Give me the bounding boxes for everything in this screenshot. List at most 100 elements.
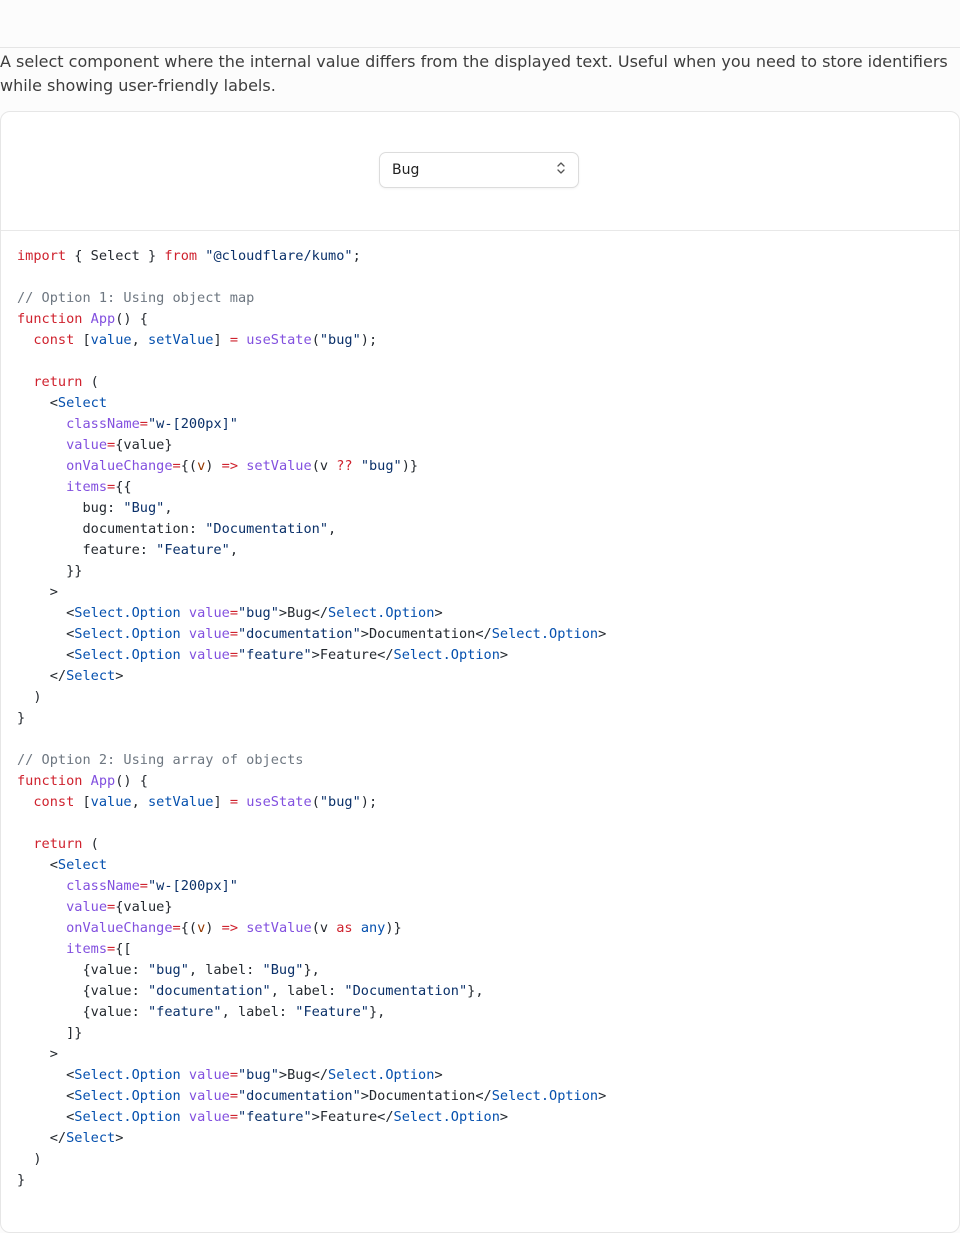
code-token: return <box>33 374 83 390</box>
code-token: bug: <box>17 500 124 516</box>
code-token: ( <box>311 332 320 348</box>
code-token: onValueChange <box>66 920 173 936</box>
code-token: "Feature" <box>156 542 230 558</box>
code-line: <Select.Option value="bug">Bug</Select.O… <box>17 605 443 621</box>
code-token: className <box>66 878 140 894</box>
code-line: items={[ <box>17 941 131 957</box>
code-block: import { Select } from "@cloudflare/kumo… <box>1 231 959 1191</box>
code-token: ] <box>213 332 230 348</box>
code-line: <Select.Option value="feature">Feature</… <box>17 1109 508 1125</box>
code-token: >Documentation</ <box>360 626 492 642</box>
code-token: > <box>434 605 443 621</box>
code-token: = <box>107 479 116 495</box>
example-card: Bug import { Select } from "@cloudflare/… <box>0 111 960 1233</box>
code-token: ; <box>352 248 361 264</box>
code-line: </Select> <box>17 1130 124 1146</box>
code-token: , <box>328 521 337 537</box>
chevron-up-down-icon <box>556 161 566 179</box>
code-token: , <box>131 794 148 810</box>
code-token: const <box>33 332 75 348</box>
code-token: feature: <box>17 542 157 558</box>
code-token: = <box>139 416 148 432</box>
code-token: import <box>17 248 67 264</box>
code-token: } <box>17 1172 26 1188</box>
code-token: {( <box>180 458 198 474</box>
code-token: useState <box>246 794 312 810</box>
code-token: // Option 1: Using object map <box>17 290 255 306</box>
code-token: "bug" <box>319 332 361 348</box>
code-line: <Select <box>17 395 107 411</box>
code-token: value <box>188 1109 230 1125</box>
code-token: > <box>434 1067 443 1083</box>
code-token: "bug" <box>147 962 189 978</box>
code-line: <Select.Option value="documentation">Doc… <box>17 626 606 642</box>
top-header-bar <box>0 0 960 48</box>
code-token: setValue <box>246 458 312 474</box>
code-token: "Documentation" <box>344 983 468 999</box>
code-line: {value: "documentation", label: "Documen… <box>17 983 483 999</box>
code-token: >Bug</ <box>278 605 329 621</box>
code-token: {value: <box>17 983 148 999</box>
code-token: = <box>229 332 239 348</box>
code-token: Select <box>66 1130 116 1146</box>
code-token: value <box>188 1067 230 1083</box>
code-token: Select.Option <box>74 1088 181 1104</box>
code-line: <Select.Option value="documentation">Doc… <box>17 1088 606 1104</box>
code-token: = <box>229 626 238 642</box>
select-trigger[interactable]: Bug <box>379 152 579 188</box>
code-token: > <box>598 626 607 642</box>
code-token: )} <box>401 458 419 474</box>
code-line: ) <box>17 689 42 705</box>
code-token: ( <box>82 836 99 852</box>
preview-area: Bug <box>1 112 959 231</box>
select-value: Bug <box>392 162 420 178</box>
code-token: Select.Option <box>74 1067 181 1083</box>
code-token: }, <box>368 1004 386 1020</box>
code-token: value <box>188 647 230 663</box>
code-token: Select.Option <box>74 1109 181 1125</box>
code-token: = <box>229 647 238 663</box>
code-token: > <box>17 1046 58 1062</box>
code-line: value={value} <box>17 437 172 453</box>
code-token: "documentation" <box>147 983 271 999</box>
code-line: {value: "feature", label: "Feature"}, <box>17 1004 385 1020</box>
code-token: > <box>17 584 58 600</box>
code-token: ) <box>17 689 42 705</box>
code-token: [ <box>74 332 91 348</box>
code-token: ) <box>205 458 222 474</box>
code-token: >Feature</ <box>311 1109 394 1125</box>
code-token: => <box>221 920 239 936</box>
code-line: import { Select } from "@cloudflare/kumo… <box>17 248 361 264</box>
code-token: }} <box>17 563 83 579</box>
code-line: } <box>17 710 25 726</box>
code-line: className="w-[200px]" <box>17 878 238 894</box>
code-line: ]} <box>17 1025 82 1041</box>
code-token: "Bug" <box>123 500 165 516</box>
code-line: className="w-[200px]" <box>17 416 238 432</box>
code-token: > <box>598 1088 607 1104</box>
code-token: {value} <box>115 899 173 915</box>
code-line: <Select.Option value="feature">Feature</… <box>17 647 508 663</box>
code-token: Select.Option <box>74 626 181 642</box>
code-line: <Select.Option value="bug">Bug</Select.O… <box>17 1067 443 1083</box>
code-token: ); <box>360 794 378 810</box>
code-token: ?? <box>336 458 353 474</box>
code-token: </ <box>17 1130 67 1146</box>
code-token: = <box>229 1109 238 1125</box>
code-token: className <box>66 416 140 432</box>
code-token: function <box>17 773 83 789</box>
code-token: < <box>17 395 58 411</box>
